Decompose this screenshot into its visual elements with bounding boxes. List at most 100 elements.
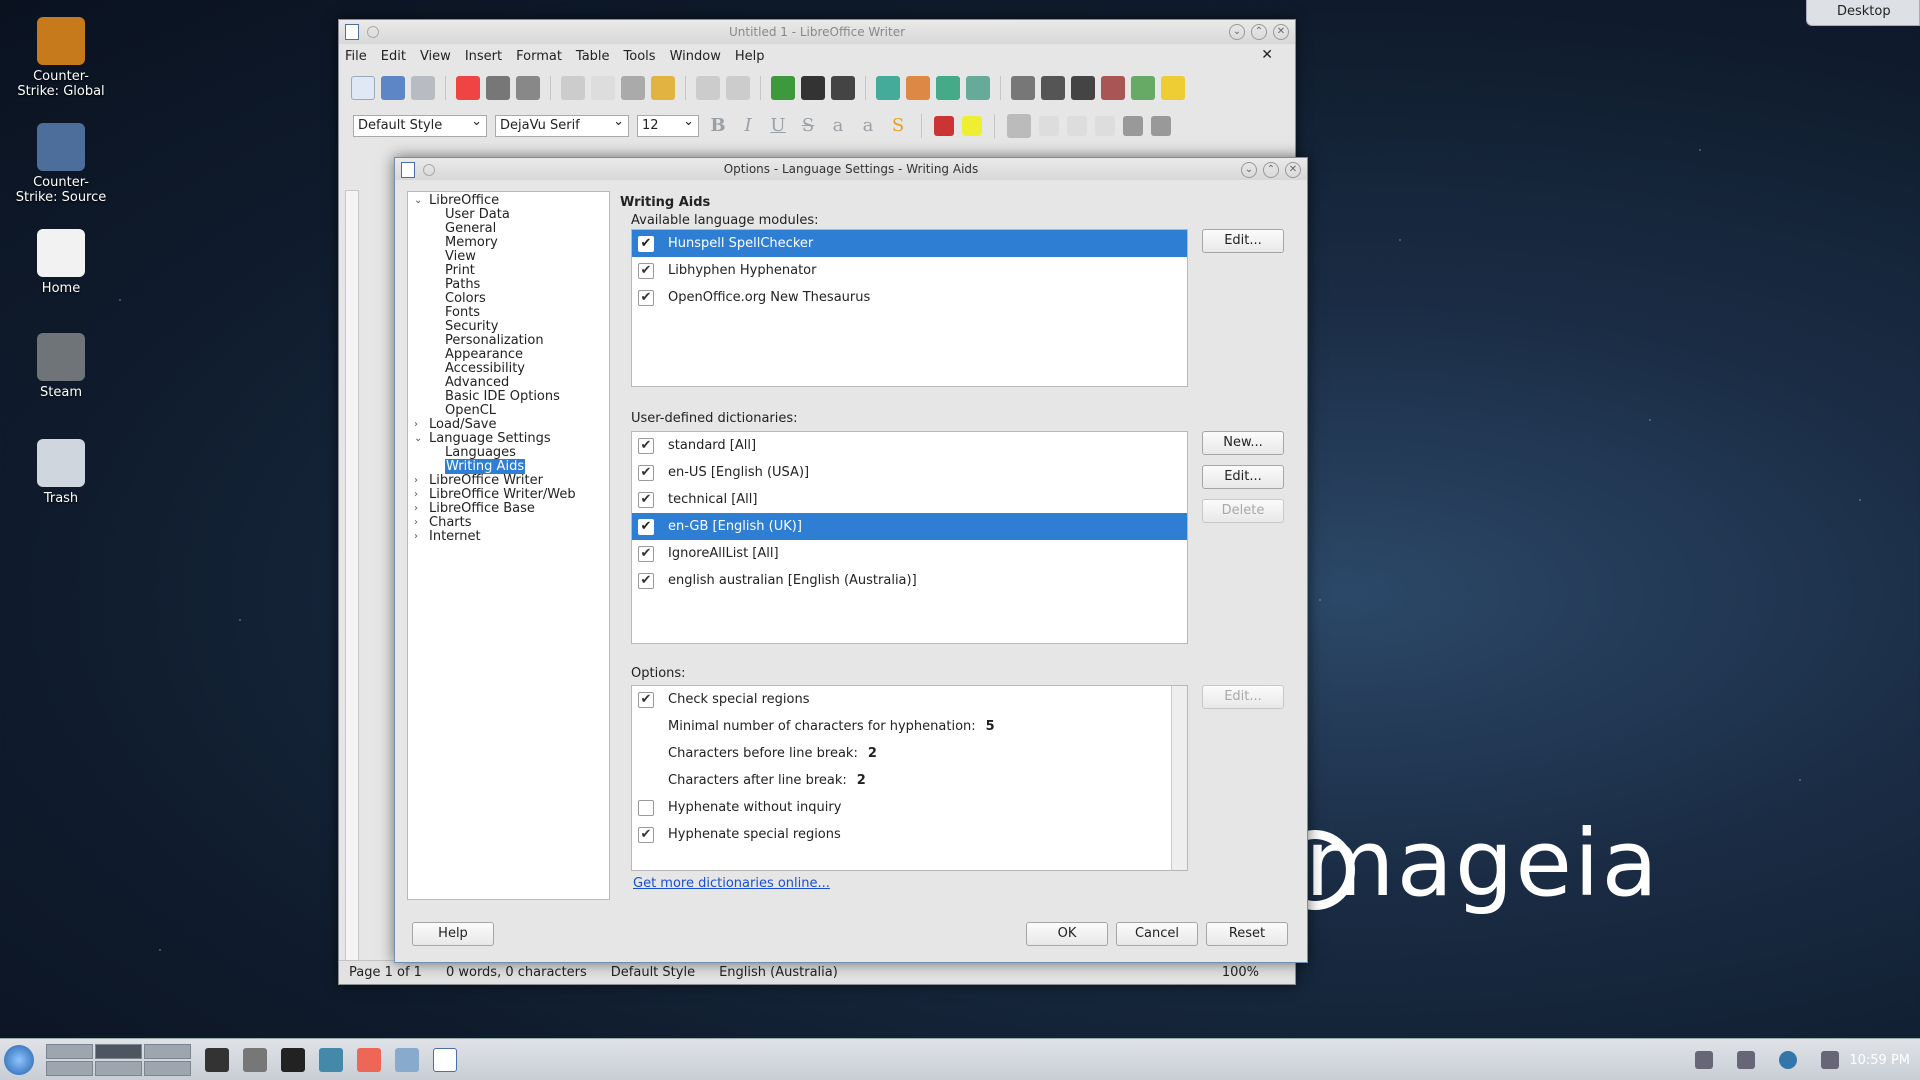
option-row[interactable]: Characters before line break: 2 [632,740,1187,767]
trash-desktop-icon[interactable]: Trash [14,439,108,506]
align-left-icon[interactable] [1007,114,1031,138]
align-right-icon[interactable] [1067,116,1087,136]
tree-item-paths[interactable]: Paths [408,278,609,292]
options-scrollbar[interactable] [1171,686,1187,870]
formatting-marks-icon[interactable] [831,76,855,100]
checkbox[interactable]: ✔ [638,464,654,481]
application-launcher-icon[interactable] [4,1044,34,1075]
tree-item-view[interactable]: View [408,250,609,264]
cs-source-desktop-icon[interactable]: Counter-Strike: Source [14,123,108,205]
option-row[interactable]: Minimal number of characters for hyphena… [632,713,1187,740]
module-row[interactable]: ✔ OpenOffice.org New Thesaurus [632,284,1187,311]
line-spacing-icon[interactable] [1123,116,1143,136]
delete-dict-button[interactable]: Delete [1202,499,1284,523]
tree-item-opencl[interactable]: OpenCL [408,404,609,418]
status-zoom[interactable]: 100% [1222,965,1259,980]
checkbox[interactable]: ✔ [638,518,654,535]
tree-item-general[interactable]: General [408,222,609,236]
steam-desktop-icon[interactable]: Steam [14,333,108,400]
print-preview-icon[interactable] [516,76,540,100]
dictionary-row[interactable]: ✔ en-GB [English (UK)] [632,513,1187,540]
downloads-icon[interactable] [395,1047,419,1072]
tree-item-advanced[interactable]: Advanced [408,376,609,390]
insert-table-icon[interactable] [876,76,900,100]
collapsed-arrow-icon[interactable]: › [414,530,418,544]
help-button[interactable]: Help [412,922,494,946]
checkbox[interactable]: ✔ [638,545,654,562]
strikethrough-icon[interactable]: S [797,115,819,137]
menu-file[interactable]: File [345,49,367,64]
option-row[interactable]: ✔ Check special regions [632,686,1187,713]
cs-global-desktop-icon[interactable]: Counter-Strike: Global [14,17,108,99]
globe-icon[interactable] [1779,1051,1798,1069]
menu-insert[interactable]: Insert [465,49,502,64]
checkbox[interactable]: ✔ [638,491,654,508]
highlight-icon[interactable] [962,116,982,136]
cut-icon[interactable] [561,76,585,100]
export-pdf-icon[interactable] [456,76,480,100]
new-document-icon[interactable] [351,76,375,100]
tree-item-appearance[interactable]: Appearance [408,348,609,362]
menu-window[interactable]: Window [670,49,721,64]
shadow-icon[interactable]: S [887,115,909,137]
desktop-pager[interactable] [46,1043,191,1076]
collapsed-arrow-icon[interactable]: › [414,418,418,432]
tree-item-colors[interactable]: Colors [408,292,609,306]
collapsed-arrow-icon[interactable]: › [414,488,418,502]
ok-button[interactable]: OK [1026,922,1108,946]
dictionary-row[interactable]: ✔ technical [All] [632,486,1187,513]
collapsed-arrow-icon[interactable]: › [414,516,418,530]
bold-icon[interactable]: B [707,115,729,137]
dictionary-row[interactable]: ✔ IgnoreAllList [All] [632,540,1187,567]
tree-item-user-data[interactable]: User Data [408,208,609,222]
print-icon[interactable] [486,76,510,100]
menu-tools[interactable]: Tools [624,49,656,64]
tree-item-language-settings[interactable]: ⌄ Language Settings [408,432,609,446]
menu-table[interactable]: Table [576,49,610,64]
dialog-minimize-icon[interactable]: ⌄ [1241,162,1257,178]
dictionary-row[interactable]: ✔ standard [All] [632,432,1187,459]
window-menu-icon[interactable] [367,26,379,38]
tree-item-internet[interactable]: › Internet [408,530,609,544]
settings-tools-icon[interactable] [243,1047,267,1072]
status-page[interactable]: Page 1 of 1 [349,965,422,980]
save-icon[interactable] [411,76,435,100]
list-icon[interactable] [1151,116,1171,136]
module-row[interactable]: ✔ Libhyphen Hyphenator [632,257,1187,284]
close-document-icon[interactable]: ✕ [1261,47,1273,63]
page-break-icon[interactable] [1011,76,1035,100]
tree-item-languages[interactable]: Languages [408,446,609,460]
undo-icon[interactable] [696,76,720,100]
more-dictionaries-link[interactable]: Get more dictionaries online... [633,876,830,891]
insert-image-icon[interactable] [906,76,930,100]
volume-icon[interactable] [1821,1051,1840,1069]
hyperlink-icon[interactable] [1041,76,1065,100]
checkbox[interactable]: ✔ [638,289,654,306]
tree-item-writing-aids[interactable]: Writing Aids [408,459,609,474]
paragraph-style-combo[interactable]: Default Style [353,114,487,137]
option-checkbox[interactable] [638,799,654,816]
option-row[interactable]: Characters after line break: 2 [632,767,1187,794]
align-center-icon[interactable] [1039,116,1059,136]
open-icon[interactable] [381,76,405,100]
dialog-close-icon[interactable]: ✕ [1285,162,1301,178]
spellcheck-icon[interactable] [771,76,795,100]
close-icon[interactable]: ✕ [1273,24,1289,40]
tree-item-fonts[interactable]: Fonts [408,306,609,320]
option-checkbox[interactable]: ✔ [638,826,654,843]
edit-option-button[interactable]: Edit... [1202,685,1284,709]
find-replace-icon[interactable] [801,76,825,100]
edit-dict-button[interactable]: Edit... [1202,465,1284,489]
tree-item-accessibility[interactable]: Accessibility [408,362,609,376]
checkbox[interactable]: ✔ [638,572,654,589]
shapes-icon[interactable] [1161,76,1185,100]
tree-item-personalization[interactable]: Personalization [408,334,609,348]
tree-item-libreoffice-writer[interactable]: › LibreOffice Writer [408,474,609,488]
tree-item-security[interactable]: Security [408,320,609,334]
firefox-icon[interactable] [357,1047,381,1072]
cancel-button[interactable]: Cancel [1116,922,1198,946]
tree-item-libreoffice-base[interactable]: › LibreOffice Base [408,502,609,516]
expanded-arrow-icon[interactable]: ⌄ [414,194,422,208]
update-icon[interactable] [1695,1051,1714,1069]
redo-icon[interactable] [726,76,750,100]
